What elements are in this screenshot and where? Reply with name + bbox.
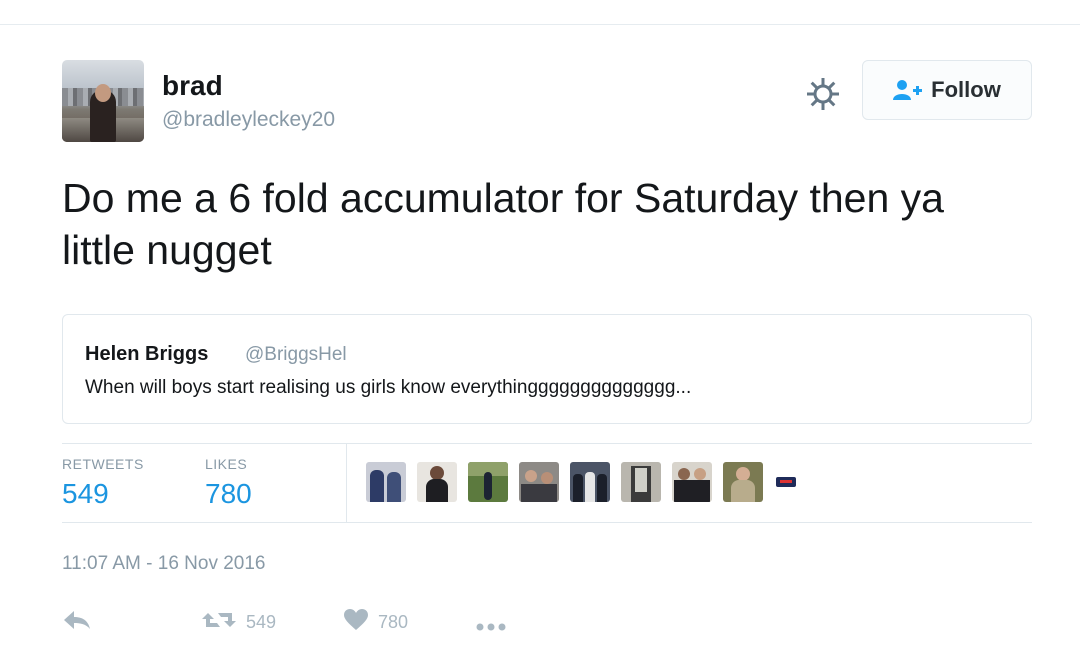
tweet-text: Do me a 6 fold accumulator for Saturday … (62, 175, 944, 273)
top-divider (0, 24, 1080, 25)
like-action-count: 780 (378, 612, 409, 632)
more-button[interactable] (476, 615, 506, 636)
quoted-tweet-text: When will boys start realising us girls … (85, 377, 692, 398)
author-avatar[interactable] (62, 60, 144, 142)
liker-avatar[interactable] (417, 462, 457, 502)
liker-avatar[interactable] (774, 462, 814, 502)
likes-label[interactable]: LIKES (205, 456, 247, 472)
liker-avatar[interactable] (366, 462, 406, 502)
retweet-button[interactable]: 549 (202, 609, 276, 636)
reply-icon (62, 609, 92, 636)
gear-icon[interactable] (805, 76, 841, 112)
stats-divider-top (62, 443, 1032, 444)
likes-count[interactable]: 780 (205, 478, 252, 510)
liker-avatar[interactable] (621, 462, 661, 502)
quoted-tweet[interactable]: Helen Briggs @BriggsHel When will boys s… (62, 314, 1032, 424)
liker-avatar[interactable] (672, 462, 712, 502)
retweets-count[interactable]: 549 (62, 478, 109, 510)
quoted-author-name: Helen Briggs (85, 343, 209, 365)
liker-avatar[interactable] (468, 462, 508, 502)
author-name[interactable]: brad (162, 70, 223, 102)
liker-avatar[interactable] (519, 462, 559, 502)
more-icon (476, 615, 506, 636)
retweets-label[interactable]: RETWEETS (62, 456, 144, 472)
quoted-author-handle: @BriggsHel (245, 344, 347, 365)
reply-button[interactable] (62, 609, 92, 636)
liker-avatars (366, 462, 814, 502)
liker-avatar[interactable] (723, 462, 763, 502)
stats-divider-vertical (346, 444, 347, 522)
author-handle[interactable]: @bradleyleckey20 (162, 108, 335, 132)
follow-button[interactable]: Follow (862, 60, 1032, 120)
liker-avatar[interactable] (570, 462, 610, 502)
heart-icon (344, 609, 368, 636)
stats-divider-bottom (62, 522, 1032, 523)
like-button[interactable]: 780 (344, 609, 408, 636)
tweet-timestamp[interactable]: 11:07 AM - 16 Nov 2016 (62, 553, 266, 575)
retweet-action-count: 549 (246, 612, 277, 632)
retweet-icon (202, 609, 236, 636)
follow-label: Follow (931, 77, 1001, 102)
follow-person-icon (893, 79, 923, 101)
